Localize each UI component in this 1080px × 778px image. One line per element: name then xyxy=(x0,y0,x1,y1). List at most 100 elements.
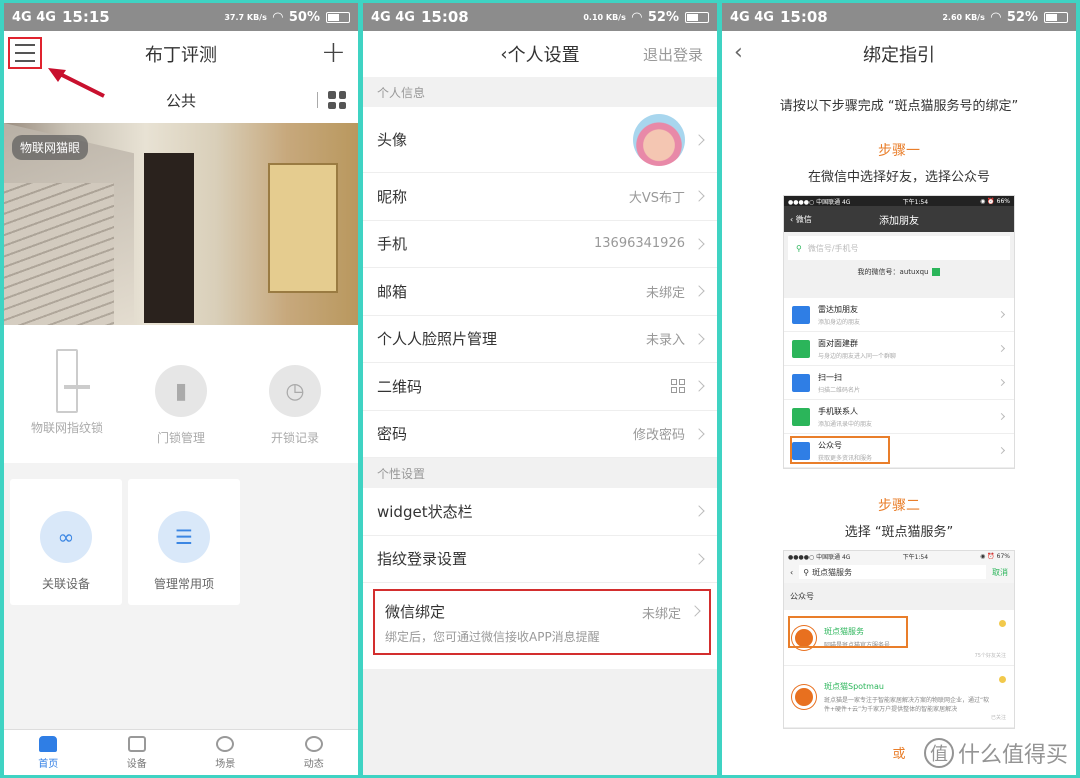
item-title: 面对面建群 xyxy=(818,338,858,348)
status-bar: 4G 4G 15:08 2.60 KB/s ◠ 52% xyxy=(722,3,1076,31)
device-lock-manage[interactable]: ▮ 门锁管理 xyxy=(131,365,231,463)
grid-view-icon[interactable] xyxy=(328,91,346,109)
camera-tag: 物联网猫眼 xyxy=(12,135,89,160)
mini-search-value: 斑点猫服务 xyxy=(812,567,853,577)
back-icon[interactable]: ‹ xyxy=(734,40,743,65)
settings-list-icon: ☰ xyxy=(158,511,210,563)
battery-icon xyxy=(326,11,350,23)
cat-logo-icon xyxy=(792,684,816,709)
avatar xyxy=(633,113,685,166)
mini-status-left: ●●●●○ 中国联通 4G xyxy=(788,198,851,206)
battery-percent: 52% xyxy=(647,9,679,25)
nav-devices[interactable]: 设备 xyxy=(127,735,147,770)
device-label: 门锁管理 xyxy=(156,431,205,445)
row-label: widget状态栏 xyxy=(377,502,473,521)
row-phone[interactable]: 手机 13696341926 xyxy=(363,221,717,268)
row-qrcode[interactable]: 二维码 xyxy=(363,363,717,411)
row-avatar[interactable]: 头像 xyxy=(363,107,717,173)
chevron-right-icon xyxy=(693,427,705,440)
device-label: 开锁记录 xyxy=(270,431,319,445)
mini-status-left: ●●●●○ 中国联通 4G xyxy=(788,553,851,561)
camera-preview[interactable]: 物联网猫眼 xyxy=(4,123,358,325)
camera-image-stairs xyxy=(4,183,114,325)
row-value: 大VS布丁 xyxy=(628,190,685,206)
step2-screenshot: ●●●●○ 中国联通 4G 下午1:54 ◉ ⏰ 67% ‹ ⚲ 斑点猫服务 取消 公众号… xyxy=(783,550,1015,729)
qrcode-icon xyxy=(671,379,685,394)
tab-public[interactable]: 公共 xyxy=(166,90,196,111)
chevron-right-icon xyxy=(693,134,705,146)
list-item: 扫一扫 扫描二维码名片 xyxy=(784,366,1014,400)
row-label: 二维码 xyxy=(377,377,423,396)
row-label: 手机 xyxy=(377,235,408,254)
menu-icon[interactable] xyxy=(8,37,42,69)
row-description: 绑定后，您可通过微信接收APP消息提醒 xyxy=(385,630,600,644)
camera-image-door xyxy=(144,153,194,323)
home-header: 布丁评测 + xyxy=(4,31,358,98)
logout-button[interactable]: 退出登录 xyxy=(643,44,703,65)
account-result: 斑点猫服务 阿喵是斑点猫官方服务号 75个好友关注 xyxy=(784,610,1014,666)
row-label: 邮箱 xyxy=(377,282,408,301)
row-password[interactable]: 密码 修改密码 xyxy=(363,411,717,458)
account-meta: 75个好友关注 xyxy=(974,653,1006,659)
card-manage-items[interactable]: ☰ 管理常用项 xyxy=(128,479,240,605)
chevron-right-icon xyxy=(693,380,705,392)
link-icon: ∞ xyxy=(40,511,92,563)
nav-label: 动态 xyxy=(303,758,324,770)
lock-manage-icon: ▮ xyxy=(155,365,207,417)
row-fingerprint-login[interactable]: 指纹登录设置 xyxy=(363,536,717,583)
empty-area xyxy=(363,669,717,775)
row-face-photo[interactable]: 个人人脸照片管理 未录入 xyxy=(363,316,717,363)
row-widget[interactable]: widget状态栏 xyxy=(363,488,717,536)
chevron-right-icon xyxy=(693,552,705,565)
camera-image-poster xyxy=(268,163,338,293)
binding-guide-screen: 4G 4G 15:08 2.60 KB/s ◠ 52% ‹ 绑定指引 请按以下步骤完成… xyxy=(722,3,1076,775)
step2-description: 选择 “斑点猫服务” xyxy=(844,525,954,540)
row-value: 13696341926 xyxy=(594,236,685,252)
device-label: 物联网指纹锁 xyxy=(30,421,103,435)
mini-search-placeholder: 微信号/手机号 xyxy=(807,243,859,253)
settings-header: ‹ 个人设置 退出登录 xyxy=(363,31,717,77)
chevron-right-icon xyxy=(997,378,1006,387)
chevron-right-icon xyxy=(997,310,1006,319)
row-label: 个人人脸照片管理 xyxy=(377,330,498,349)
row-wechat-binding[interactable]: 微信绑定 绑定后，您可通过微信接收APP消息提醒 未绑定 xyxy=(373,589,711,655)
mini-my-id-text: 我的微信号：autuxqu xyxy=(857,268,929,276)
row-label: 昵称 xyxy=(377,187,408,206)
nav-scenes[interactable]: 场景 xyxy=(215,735,235,770)
home-screen: 4G 4G 15:15 37.7 KB/s ◠ 50% 布丁评测 + 公共 物联网猫眼… xyxy=(4,3,358,775)
mini-status-time: 下午1:54 xyxy=(902,553,929,561)
page-title: 绑定指引 xyxy=(863,45,935,66)
mini-nav-bar: ‹ 微信 添加朋友 xyxy=(784,206,1014,232)
row-nickname[interactable]: 昵称 大VS布丁 xyxy=(363,173,717,221)
signal-indicator: 4G 4G xyxy=(730,9,774,25)
card-linked-devices[interactable]: ∞ 关联设备 xyxy=(10,479,122,605)
battery-percent: 50% xyxy=(288,9,320,25)
battery-percent: 52% xyxy=(1006,9,1038,25)
nav-home[interactable]: 首页 xyxy=(38,735,58,770)
section-header-personal: 个人信息 xyxy=(363,77,717,107)
mini-section-title: 公众号 xyxy=(790,592,814,601)
item-title: 扫一扫 xyxy=(818,372,842,382)
list-item: 雷达加朋友 添加身边的朋友 xyxy=(784,298,1014,332)
row-email[interactable]: 邮箱 未绑定 xyxy=(363,268,717,316)
guide-intro: 请按以下步骤完成 “斑点猫服务号的绑定” xyxy=(779,99,1019,114)
account-sub: 斑点猫是一家专注于智能家居解决方案的物联网企业，通过“软件+硬件+云”为千家万户… xyxy=(824,696,990,713)
device-icon xyxy=(127,735,146,752)
verified-icon xyxy=(999,676,1006,683)
home-icon xyxy=(39,735,58,752)
mini-title: 添加朋友 xyxy=(879,215,919,227)
chevron-right-icon xyxy=(693,285,705,297)
divider xyxy=(317,92,318,108)
device-row: 物联网指纹锁 ▮ 门锁管理 ◷ 开锁记录 xyxy=(4,335,358,463)
scene-icon xyxy=(216,735,235,752)
device-fingerprint-lock[interactable]: 物联网指纹锁 xyxy=(17,349,117,463)
item-sub: 添加通讯录中的朋友 xyxy=(818,420,873,428)
watermark-text: 什么值得买 xyxy=(957,743,1068,768)
back-icon[interactable]: ‹ xyxy=(500,44,507,65)
add-icon[interactable]: + xyxy=(321,35,346,70)
chevron-right-icon xyxy=(693,332,705,345)
row-value: 未绑定 xyxy=(641,607,681,622)
nav-feed[interactable]: 动态 xyxy=(303,735,324,770)
device-unlock-records[interactable]: ◷ 开锁记录 xyxy=(245,365,345,463)
mini-status-right: ◉ ⏰ 67% xyxy=(980,552,1010,560)
